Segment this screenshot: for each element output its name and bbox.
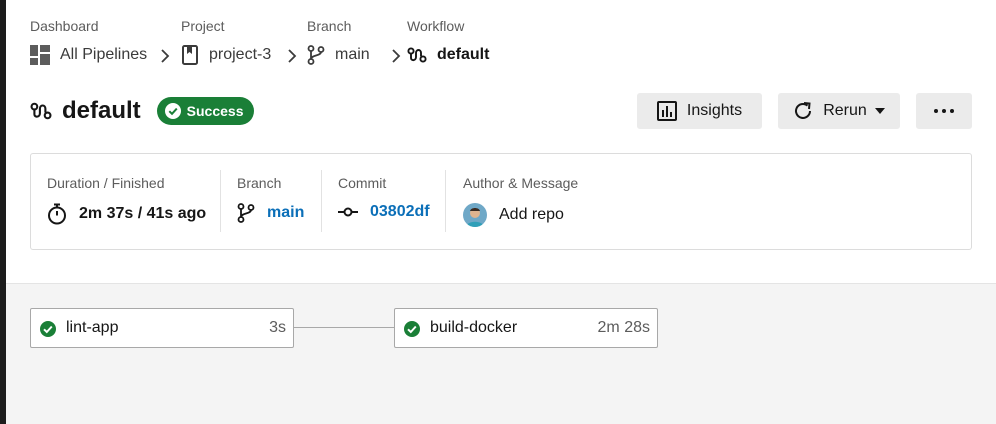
stopwatch-icon — [48, 203, 66, 225]
insights-button[interactable]: Insights — [637, 93, 762, 129]
summary-commit-link[interactable]: 03802df — [338, 203, 430, 221]
insights-chart-icon — [656, 101, 677, 121]
job-card-lint-app[interactable]: lint-app 3s — [30, 308, 294, 348]
summary-author-message: Add repo — [499, 206, 564, 223]
caret-down-icon — [874, 108, 885, 114]
summary-branch-caption: Branch — [237, 175, 282, 191]
summary-commit-value: 03802df — [370, 203, 430, 220]
breadcrumb-dashboard-label: All Pipelines — [60, 46, 148, 63]
summary-divider — [445, 170, 446, 232]
chevron-right-icon — [392, 49, 401, 63]
rerun-button[interactable]: Rerun — [778, 93, 900, 129]
breadcrumb-branch-caption: Branch — [307, 18, 352, 34]
breadcrumb-dashboard-caption: Dashboard — [30, 18, 99, 34]
page-title: default — [62, 97, 141, 124]
workflow-icon — [30, 102, 52, 120]
summary-branch-value: main — [267, 204, 305, 221]
git-commit-icon — [338, 207, 358, 217]
workflow-graph: lint-app 3s build-docker 2m 28s — [6, 283, 996, 424]
git-branch-icon — [307, 45, 325, 65]
summary-commit-caption: Commit — [338, 175, 387, 191]
job-connector-line — [293, 327, 395, 328]
breadcrumb-workflow-caption: Workflow — [407, 18, 465, 34]
breadcrumb-branch-label: main — [335, 46, 370, 63]
check-circle-icon — [164, 103, 181, 119]
bookmark-icon — [182, 45, 198, 65]
chevron-right-icon — [161, 49, 170, 63]
summary-duration-value: 2m 37s / 41s ago — [79, 205, 207, 222]
job-card-build-docker[interactable]: build-docker 2m 28s — [394, 308, 658, 348]
status-badge-label: Success — [186, 103, 244, 119]
summary-duration-value-row: 2m 37s / 41s ago — [47, 203, 206, 225]
more-actions-button[interactable] — [916, 93, 972, 129]
breadcrumb-workflow-label: default — [437, 46, 490, 63]
workflow-header-area: Dashboard All Pipelines Project project-… — [6, 0, 996, 283]
success-check-icon — [404, 321, 420, 337]
rerun-button-label: Rerun — [823, 102, 867, 119]
user-avatar-icon — [463, 203, 487, 227]
summary-divider — [321, 170, 322, 232]
refresh-icon — [795, 102, 812, 119]
job-name: lint-app — [66, 319, 119, 336]
breadcrumb-project-link[interactable]: project-3 — [181, 45, 271, 65]
pipeline-summary-card: Duration / Finished 2m 37s / 41s ago Bra… — [30, 153, 972, 250]
summary-author-caption: Author & Message — [463, 175, 579, 191]
breadcrumb-dashboard-link[interactable]: All Pipelines — [30, 45, 147, 65]
summary-branch-link[interactable]: main — [237, 203, 304, 223]
dashboard-grid-icon — [30, 45, 50, 65]
breadcrumb-project-label: project-3 — [209, 46, 272, 63]
status-badge: Success — [156, 97, 254, 125]
avatar[interactable] — [463, 203, 487, 227]
job-duration: 3s — [269, 319, 286, 336]
workflow-title-row: default Success — [30, 94, 254, 128]
workflow-icon — [407, 47, 427, 63]
summary-divider — [220, 170, 221, 232]
breadcrumb-workflow-current[interactable]: default — [407, 45, 489, 65]
chevron-right-icon — [288, 49, 297, 63]
summary-author-row: Add repo — [463, 203, 564, 227]
breadcrumb-project-caption: Project — [181, 18, 225, 34]
more-horizontal-icon — [934, 109, 954, 113]
success-check-icon — [40, 321, 56, 337]
breadcrumb-branch-link[interactable]: main — [307, 45, 370, 65]
insights-button-label: Insights — [686, 102, 743, 119]
job-name: build-docker — [430, 319, 518, 336]
job-duration: 2m 28s — [597, 319, 650, 336]
summary-duration-caption: Duration / Finished — [47, 175, 165, 191]
git-branch-icon — [237, 203, 255, 223]
